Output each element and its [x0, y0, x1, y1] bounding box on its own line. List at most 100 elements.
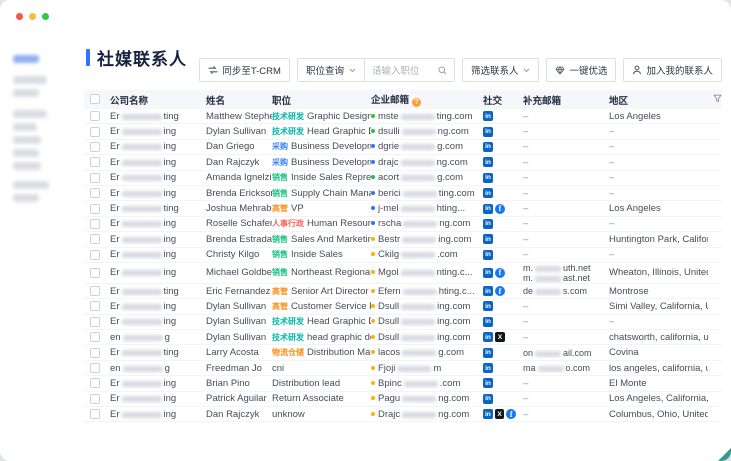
company-name: Ering — [110, 378, 206, 389]
close-button[interactable] — [16, 13, 23, 20]
select-all-checkbox[interactable] — [90, 94, 100, 104]
social-icons: in — [483, 317, 523, 327]
sidebar-item[interactable] — [13, 110, 47, 118]
email-status-dot — [371, 252, 375, 256]
zoom-button[interactable] — [42, 13, 49, 20]
position: 高管Customer Service Repre... — [272, 301, 371, 312]
x-icon[interactable]: X — [495, 409, 505, 419]
sidebar-item[interactable] — [13, 149, 39, 157]
position-query-dropdown[interactable]: 职位查询 — [297, 58, 365, 82]
position: Distribution lead — [272, 378, 371, 389]
empty-placeholder: – — [523, 141, 528, 152]
sidebar-item[interactable] — [13, 89, 39, 97]
redacted-text — [401, 270, 435, 276]
one-click-optimize-button[interactable]: 一键优选 — [546, 58, 616, 82]
company-name: Erting — [110, 286, 206, 297]
minimize-button[interactable] — [29, 13, 36, 20]
linkedin-icon[interactable]: in — [483, 142, 493, 152]
email-status-dot — [371, 191, 375, 195]
sidebar-item[interactable] — [13, 123, 37, 131]
social-icons: in — [483, 348, 523, 358]
region: – — [609, 249, 708, 260]
window-controls — [16, 13, 49, 20]
row-checkbox[interactable] — [90, 301, 100, 311]
linkedin-icon[interactable]: in — [483, 188, 493, 198]
linkedin-icon[interactable]: in — [483, 301, 493, 311]
row-checkbox[interactable] — [90, 409, 100, 419]
extra-email-cell: – — [523, 141, 609, 152]
linkedin-icon[interactable]: in — [483, 332, 493, 342]
linkedin-icon[interactable]: in — [483, 378, 493, 388]
row-checkbox[interactable] — [90, 286, 100, 296]
add-to-my-contacts-button[interactable]: 加入我的联系人 — [623, 58, 722, 82]
sidebar-item[interactable] — [13, 194, 39, 202]
row-checkbox[interactable] — [90, 219, 100, 229]
sidebar-item[interactable] — [13, 162, 41, 170]
row-checkbox[interactable] — [90, 188, 100, 198]
linkedin-icon[interactable]: in — [483, 394, 493, 404]
row-checkbox[interactable] — [90, 378, 100, 388]
row-checkbox[interactable] — [90, 332, 100, 342]
x-icon[interactable]: X — [495, 332, 505, 342]
linkedin-icon[interactable]: in — [483, 409, 493, 419]
sidebar-item[interactable] — [13, 181, 49, 189]
linkedin-icon[interactable]: in — [483, 363, 493, 373]
table-row: EringDylan Sullivan高管Customer Service Re… — [84, 299, 722, 314]
sidebar-item[interactable] — [13, 55, 39, 63]
linkedin-icon[interactable]: in — [483, 127, 493, 137]
row-checkbox[interactable] — [90, 111, 100, 121]
row-checkbox[interactable] — [90, 234, 100, 244]
social-icons: in — [483, 173, 523, 183]
sidebar-item[interactable] — [13, 76, 47, 84]
linkedin-icon[interactable]: in — [483, 219, 493, 229]
row-checkbox[interactable] — [90, 204, 100, 214]
sidebar-item[interactable] — [13, 136, 41, 144]
corporate-email: Efernhting.c... — [371, 286, 483, 297]
row-checkbox[interactable] — [90, 173, 100, 183]
row-checkbox[interactable] — [90, 127, 100, 137]
row-checkbox[interactable] — [90, 363, 100, 373]
row-checkbox[interactable] — [90, 142, 100, 152]
corporate-email: Bestring.com — [371, 234, 483, 245]
row-checkbox[interactable] — [90, 394, 100, 404]
linkedin-icon[interactable]: in — [483, 250, 493, 260]
redacted-text — [122, 319, 162, 325]
position-tag: 销售 — [272, 268, 288, 277]
contact-name: Freedman Jo — [206, 363, 272, 374]
redacted-text — [122, 129, 162, 135]
row-checkbox[interactable] — [90, 317, 100, 327]
linkedin-icon[interactable]: in — [483, 317, 493, 327]
linkedin-icon[interactable]: in — [483, 204, 493, 214]
linkedin-icon[interactable]: in — [483, 286, 493, 296]
table-row: EringBrenda Erickson Pe销售Supply Chain Ma… — [84, 186, 722, 201]
linkedin-icon[interactable]: in — [483, 268, 493, 278]
row-checkbox[interactable] — [90, 157, 100, 167]
linkedin-icon[interactable]: in — [483, 111, 493, 121]
filter-funnel-icon[interactable] — [713, 94, 722, 106]
sync-to-tcrm-button[interactable]: 同步至T-CRM — [199, 58, 290, 82]
linkedin-icon[interactable]: in — [483, 234, 493, 244]
extra-email-cell: m.uth.netm.ast.net — [523, 263, 609, 283]
linkedin-icon[interactable]: in — [483, 348, 493, 358]
row-checkbox[interactable] — [90, 250, 100, 260]
company-name: Ering — [110, 188, 206, 199]
facebook-icon[interactable]: f — [495, 286, 505, 296]
linkedin-icon[interactable]: in — [483, 173, 493, 183]
position-search-input[interactable]: 请输入职位 — [365, 58, 455, 82]
redacted-text — [535, 276, 561, 282]
contact-name: Dan Griego — [206, 141, 272, 152]
social-icons: in — [483, 250, 523, 260]
facebook-icon[interactable]: f — [506, 409, 516, 419]
empty-placeholder: – — [523, 234, 528, 245]
page-title: 社媒联系人 — [97, 45, 187, 70]
row-checkbox[interactable] — [90, 268, 100, 278]
linkedin-icon[interactable]: in — [483, 157, 493, 167]
facebook-icon[interactable]: f — [495, 204, 505, 214]
row-checkbox[interactable] — [90, 348, 100, 358]
filter-contacts-dropdown[interactable]: 筛选联系人 — [462, 58, 540, 82]
email-status-dot — [371, 221, 375, 225]
contact-name: Roselle Schafer — [206, 218, 272, 229]
facebook-icon[interactable]: f — [495, 268, 505, 278]
help-icon[interactable]: ? — [412, 98, 421, 107]
corporate-email: Dsulling.com — [371, 316, 483, 327]
